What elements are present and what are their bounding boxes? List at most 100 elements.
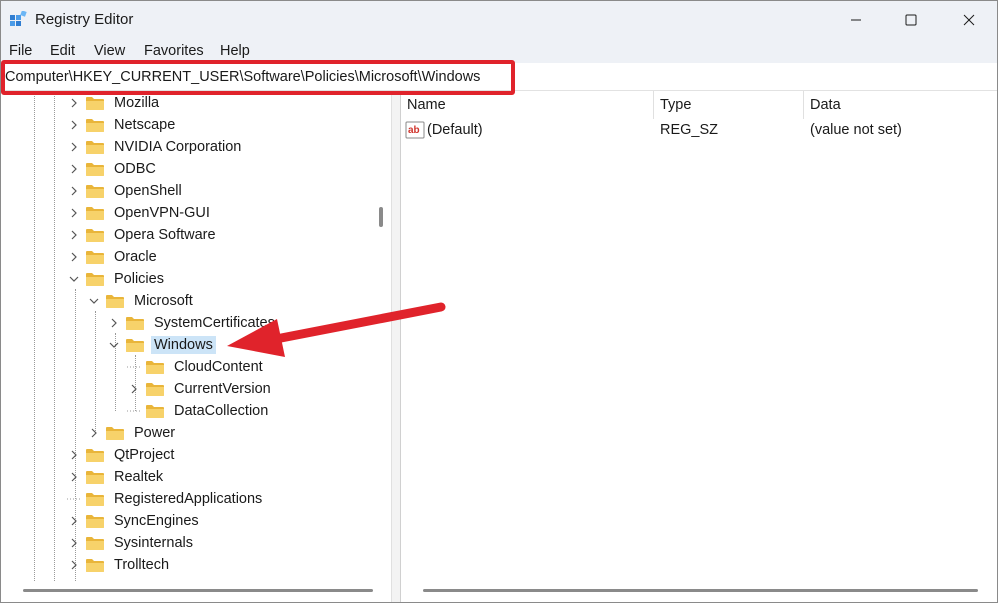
chevron-down-icon[interactable] — [67, 272, 81, 286]
tree-item[interactable]: OpenShell — [67, 180, 185, 202]
tree-vertical-scrollbar-thumb[interactable] — [379, 207, 383, 227]
tree-item[interactable]: CurrentVersion — [127, 378, 274, 400]
list-horizontal-scrollbar[interactable] — [401, 581, 997, 602]
folder-icon — [146, 361, 164, 374]
column-header-data[interactable]: Data — [810, 97, 841, 113]
tree-item-label: SystemCertificates — [154, 315, 275, 331]
column-header-type[interactable]: Type — [660, 97, 691, 113]
folder-icon — [86, 229, 104, 242]
chevron-right-icon[interactable] — [67, 448, 81, 462]
tree-guide-line — [54, 91, 55, 581]
registry-editor-window: Registry Editor File Edit View Favorites… — [0, 0, 998, 603]
folder-icon — [126, 339, 144, 352]
value-data: (value not set) — [810, 122, 902, 138]
tree-item-label: Mozilla — [114, 95, 160, 111]
chevron-right-icon[interactable] — [67, 558, 81, 572]
tree-item[interactable]: Microsoft — [87, 290, 196, 312]
folder-icon — [86, 119, 104, 132]
column-header-name[interactable]: Name — [407, 97, 446, 113]
tree-item-label: Power — [134, 425, 176, 441]
chevron-down-icon[interactable] — [87, 294, 101, 308]
tree-item[interactable]: OpenVPN-GUI — [67, 202, 213, 224]
folder-icon — [106, 427, 124, 440]
chevron-down-icon[interactable] — [107, 338, 121, 352]
folder-icon — [86, 515, 104, 528]
tree-item-label: QtProject — [114, 447, 175, 463]
tree-item-label: SyncEngines — [114, 513, 199, 529]
pane-splitter[interactable] — [391, 91, 401, 602]
folder-icon — [86, 207, 104, 220]
chevron-right-icon[interactable] — [107, 316, 121, 330]
column-separator[interactable] — [653, 91, 654, 119]
key-tree-pane[interactable]: Mozilla Netscape NVIDIA Corporation ODBC Ope… — [1, 91, 391, 581]
tree-connector — [127, 360, 141, 374]
tree-item[interactable]: Sysinternals — [67, 532, 196, 554]
folder-icon — [86, 471, 104, 484]
folder-icon — [146, 405, 164, 418]
close-icon — [963, 14, 975, 26]
chevron-right-icon[interactable] — [67, 536, 81, 550]
tree-item[interactable]: SyncEngines — [67, 510, 202, 532]
menu-view[interactable]: View — [94, 43, 125, 59]
menu-help[interactable]: Help — [220, 43, 250, 59]
chevron-right-icon[interactable] — [67, 118, 81, 132]
tree-item[interactable]: NVIDIA Corporation — [67, 136, 244, 158]
chevron-right-icon[interactable] — [87, 426, 101, 440]
tree-item[interactable]: DataCollection — [127, 400, 271, 422]
address-highlight-box — [1, 60, 515, 95]
chevron-right-icon[interactable] — [67, 250, 81, 264]
chevron-right-icon[interactable] — [67, 140, 81, 154]
folder-icon — [86, 251, 104, 264]
column-separator[interactable] — [803, 91, 804, 119]
folder-icon — [126, 317, 144, 330]
chevron-right-icon[interactable] — [67, 228, 81, 242]
tree-item[interactable]: Trolltech — [67, 554, 172, 576]
chevron-right-icon[interactable] — [67, 206, 81, 220]
close-button[interactable] — [944, 1, 994, 39]
chevron-right-icon[interactable] — [67, 514, 81, 528]
tree-item[interactable]: ODBC — [67, 158, 159, 180]
menu-file[interactable]: File — [9, 43, 32, 59]
tree-item[interactable]: QtProject — [67, 444, 177, 466]
chevron-right-icon[interactable] — [67, 184, 81, 198]
tree-guide-line — [34, 91, 35, 581]
tree-item-label: CloudContent — [174, 359, 263, 375]
minimize-button[interactable] — [831, 1, 881, 39]
tree-item[interactable]: Realtek — [67, 466, 166, 488]
string-value-icon: ab — [405, 121, 425, 139]
menu-favorites[interactable]: Favorites — [144, 43, 204, 59]
tree-horizontal-scrollbar[interactable] — [1, 581, 391, 602]
list-horizontal-scrollbar-thumb[interactable] — [423, 589, 978, 592]
folder-icon — [106, 295, 124, 308]
window-title: Registry Editor — [35, 11, 134, 28]
tree-horizontal-scrollbar-thumb[interactable] — [23, 589, 373, 592]
folder-icon — [86, 97, 104, 110]
tree-item[interactable]: SystemCertificates — [107, 312, 278, 334]
tree-item[interactable]: Oracle — [67, 246, 160, 268]
chevron-right-icon[interactable] — [127, 382, 141, 396]
chevron-right-icon[interactable] — [67, 470, 81, 484]
menu-edit[interactable]: Edit — [50, 43, 75, 59]
title-bar[interactable]: Registry Editor — [1, 1, 997, 39]
tree-item[interactable]: Mozilla — [67, 92, 162, 114]
tree-item-label: NVIDIA Corporation — [114, 139, 242, 155]
tree-item[interactable]: Power — [87, 422, 178, 444]
tree-item[interactable]: Windows — [107, 334, 216, 356]
tree-guide-line — [95, 311, 96, 433]
tree-item[interactable]: Policies — [67, 268, 167, 290]
tree-item[interactable]: RegisteredApplications — [67, 488, 265, 510]
maximize-button[interactable] — [886, 1, 936, 39]
tree-item-label: RegisteredApplications — [114, 491, 263, 507]
values-list-pane[interactable]: Name Type Data ab (Default) REG_SZ (valu… — [401, 91, 997, 581]
tree-item[interactable]: CloudContent — [127, 356, 266, 378]
folder-icon — [86, 163, 104, 176]
chevron-right-icon[interactable] — [67, 162, 81, 176]
tree-item[interactable]: Opera Software — [67, 224, 219, 246]
tree-item[interactable]: Netscape — [67, 114, 178, 136]
folder-icon — [86, 493, 104, 506]
chevron-right-icon[interactable] — [67, 96, 81, 110]
tree-item-label: Opera Software — [114, 227, 216, 243]
value-row[interactable]: ab (Default) REG_SZ (value not set) — [401, 119, 997, 141]
tree-item-label: Sysinternals — [114, 535, 193, 551]
folder-icon — [86, 141, 104, 154]
